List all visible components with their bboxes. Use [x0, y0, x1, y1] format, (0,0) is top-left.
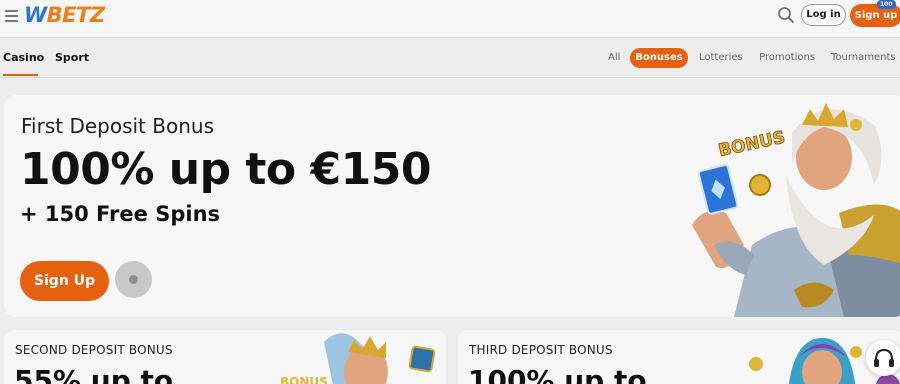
hero-banner[interactable]: First Deposit Bonus 100% up to €150 + 15…: [4, 95, 900, 317]
search-icon[interactable]: [777, 6, 795, 24]
bonus-card-third[interactable]: THIRD DEPOSIT BONUS 100% up to: [458, 330, 900, 384]
card-title: 100% up to: [468, 364, 647, 384]
headset-icon: [874, 348, 894, 367]
card-title: 55% up to: [14, 364, 174, 384]
bonus-art-text: BONUS: [717, 128, 787, 162]
filter-promotions[interactable]: Promotions: [759, 52, 815, 63]
info-icon: [129, 275, 138, 284]
brand-logo[interactable]: WBETZ: [24, 3, 105, 27]
zeus-illustration: BONUS: [692, 103, 900, 317]
card-kicker: SECOND DEPOSIT BONUS: [15, 343, 173, 357]
card-bonus-art-text: BONUS: [280, 375, 328, 384]
hero-subtitle: + 150 Free Spins: [20, 202, 221, 226]
filter-tournaments[interactable]: Tournaments: [831, 52, 896, 63]
login-button[interactable]: Log in: [801, 4, 846, 26]
hero-title: 100% up to €150: [20, 144, 431, 195]
info-button[interactable]: [115, 261, 152, 298]
tab-sport[interactable]: Sport: [55, 51, 89, 64]
filter-lotteries[interactable]: Lotteries: [699, 52, 743, 63]
active-tab-indicator: [3, 74, 38, 76]
nav-divider: [0, 77, 900, 78]
filter-all[interactable]: All: [608, 52, 620, 63]
logo-rest: BETZ: [46, 3, 105, 27]
top-header: WBETZ Log in Sign up 100: [0, 0, 900, 38]
signup-badge: 100: [877, 0, 896, 9]
tab-casino[interactable]: Casino: [3, 51, 44, 64]
hamburger-menu-icon[interactable]: [5, 10, 18, 22]
hero-signup-button[interactable]: Sign Up: [20, 261, 109, 301]
filter-bonuses[interactable]: Bonuses: [630, 48, 688, 68]
bonus-card-second[interactable]: SECOND DEPOSIT BONUS 55% up to BONUS: [4, 330, 446, 384]
card-kicker: THIRD DEPOSIT BONUS: [469, 343, 613, 357]
logo-prefix: W: [24, 3, 47, 27]
support-chat-button[interactable]: [866, 340, 900, 376]
hero-kicker: First Deposit Bonus: [21, 114, 214, 138]
card-illustration: BONUS: [280, 333, 436, 384]
